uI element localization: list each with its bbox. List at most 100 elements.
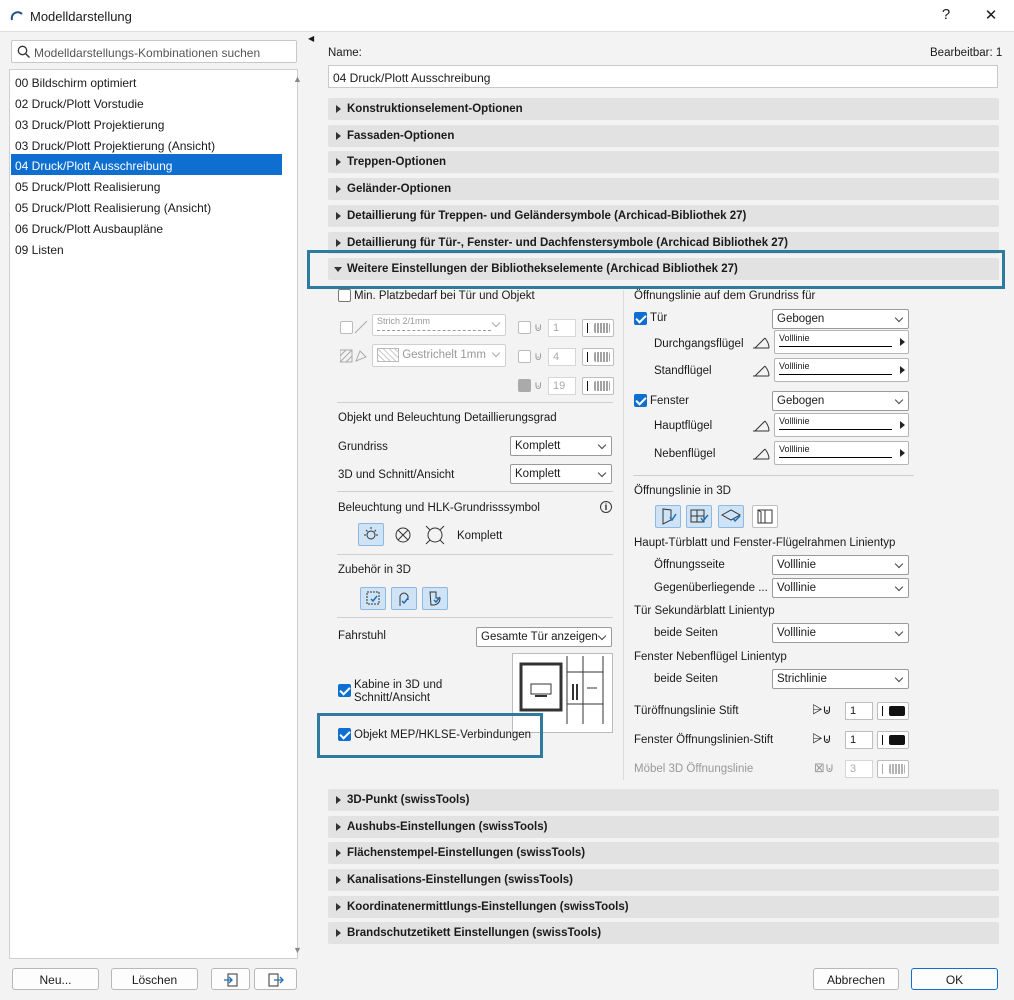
fenster-pen-swatch[interactable] [877,731,909,749]
cancel-button[interactable]: Abbrechen [813,968,899,990]
tuer-label: Tür [650,312,668,324]
combination-list[interactable]: 00 Bildschirm optimiert 02 Druck/Plott V… [9,69,302,959]
section-koordinaten[interactable]: Koordinatenermittlungs-Einstellungen (sw… [328,896,999,918]
pen3-swatch[interactable] [582,377,614,395]
help-button[interactable]: ? [936,6,956,23]
oeffnungsseite-select[interactable]: Volllinie [772,555,909,575]
opening-3d-button-4[interactable] [752,505,778,528]
window-swing-icon [753,448,770,460]
section-kanalisation[interactable]: Kanalisations-Einstellungen (swissTools) [328,869,999,891]
list-item[interactable]: 02 Druck/Plott Vorstudie [11,92,282,113]
kabine-checkbox[interactable] [338,684,351,697]
list-item[interactable]: 06 Druck/Plott Ausbaupläne [11,217,282,238]
opening-3d-button-3[interactable] [718,505,744,528]
new-button[interactable]: Neu... [12,968,99,990]
line-preview [779,346,892,347]
name-input[interactable]: 04 Druck/Plott Ausschreibung [328,65,998,88]
pen2-input[interactable]: 4 [548,348,576,366]
list-item[interactable]: 00 Bildschirm optimiert [11,71,282,92]
info-icon[interactable]: i [600,501,612,513]
zubehoer-button-3[interactable] [422,587,448,610]
fenster-select[interactable]: Gebogen [772,391,909,411]
pen-icon: ⊍ [534,322,543,334]
pen3-input[interactable]: 19 [548,377,576,395]
export-icon [268,973,284,987]
tuer-checkbox[interactable] [634,312,647,325]
min-space-checkbox[interactable] [338,289,351,302]
section-flaechenstempel[interactable]: Flächenstempel-Einstellungen (swissTools… [328,842,999,864]
nebenfluegel-heading: Fenster Nebenflügel Linientyp [634,651,787,663]
import-button[interactable] [211,968,250,990]
light-simple-button[interactable] [358,523,384,546]
opening-3d-button-1[interactable] [655,505,681,528]
fenster-pen-input[interactable]: 1 [845,731,873,749]
tuer-pen-swatch[interactable] [877,702,909,720]
neben-line-select[interactable]: Volllinie [774,441,909,465]
fill-type-select[interactable]: Gestrichelt 1mm [372,344,506,367]
section-3d-punkt[interactable]: 3D-Punkt (swissTools) [328,789,999,811]
scroll-down-icon[interactable]: ▼ [293,945,302,955]
scroll-up-icon[interactable]: ▲ [293,74,302,84]
tuer-select[interactable]: Gebogen [772,309,909,329]
pen1-input[interactable]: 1 [548,319,576,337]
haupt-line-select[interactable]: Volllinie [774,413,909,437]
section-detail-treppen[interactable]: Detaillierung für Treppen- und Geländers… [328,205,999,227]
pen2-checkbox[interactable] [518,350,531,363]
durchgang-label: Durchgangsflügel [654,338,744,350]
pen2-swatch[interactable] [582,348,614,366]
pen-color [594,352,610,362]
zubehoer-button-2[interactable] [391,587,417,610]
lamp-full-icon[interactable] [424,524,446,546]
search-input[interactable]: Modelldarstellungs-Kombinationen suchen [11,40,297,63]
cross-circle-icon[interactable] [394,526,412,544]
pen1-checkbox[interactable] [518,321,531,334]
line-value: Volllinie [779,361,810,371]
fahrstuhl-select[interactable]: Gesamte Tür anzeigen [476,627,612,647]
list-item[interactable]: 09 Listen [11,238,282,259]
line-checkbox[interactable] [340,321,353,334]
stand-line-select[interactable]: Volllinie [774,358,909,382]
moebel-pen-swatch[interactable] [877,760,909,778]
list-item[interactable]: 05 Druck/Plott Realisierung [11,175,282,196]
sekundaer-select[interactable]: Volllinie [772,623,909,643]
collapse-icon[interactable]: ◀ [308,34,314,43]
list-item-selected[interactable]: 04 Druck/Plott Ausschreibung [11,154,282,175]
moebel-pen-input[interactable]: 3 [845,760,873,778]
haupt-label: Hauptflügel [654,420,713,432]
mep-checkbox[interactable] [338,728,351,741]
nebenfluegel-select[interactable]: Strichlinie [772,669,909,689]
mep-label: Objekt MEP/HKLSE-Verbindungen [354,729,532,741]
section-gelaender[interactable]: Geländer-Optionen [328,178,999,200]
section-brandschutz[interactable]: Brandschutzetikett Einstellungen (swissT… [328,922,999,944]
list-item[interactable]: 03 Druck/Plott Projektierung [11,113,282,134]
arrow-right-icon [900,366,905,374]
gegen-select[interactable]: Volllinie [772,578,909,598]
close-button[interactable]: ✕ [981,6,1001,24]
grundriss-select[interactable]: Komplett [510,436,612,456]
section-konstruktion[interactable]: Konstruktionselement-Optionen [328,98,999,120]
section-aushub[interactable]: Aushubs-Einstellungen (swissTools) [328,816,999,838]
line-type-select[interactable]: Strich 2/1mm [372,314,506,336]
list-item[interactable]: 05 Druck/Plott Realisierung (Ansicht) [11,196,282,217]
opening-3d-button-2[interactable] [686,505,712,528]
pen-bar [882,706,883,716]
section-fassaden[interactable]: Fassaden-Optionen [328,125,999,147]
name-label: Name: [328,47,362,59]
tuer-pen-input[interactable]: 1 [845,702,873,720]
list-item[interactable]: 03 Druck/Plott Projektierung (Ansicht) [11,134,282,155]
schnitt-select[interactable]: Komplett [510,464,612,484]
export-button[interactable] [254,968,297,990]
pane-splitter[interactable]: ◀ [305,32,323,1000]
pen1-swatch[interactable] [582,319,614,337]
section-treppen[interactable]: Treppen-Optionen [328,151,999,173]
moebel-label: Möbel 3D Öffnungslinie [634,763,754,775]
skylight-3d-icon [720,509,742,523]
ok-button[interactable]: OK [911,968,998,990]
durchgang-line-select[interactable]: Volllinie [774,330,909,354]
delete-button[interactable]: Löschen [111,968,198,990]
pen3-checkbox[interactable] [518,379,531,392]
fenster-checkbox[interactable] [634,394,647,407]
oeffnungsseite-label: Öffnungsseite [654,559,725,571]
beide-seiten-label: beide Seiten [654,673,718,685]
zubehoer-button-1[interactable] [360,587,386,610]
